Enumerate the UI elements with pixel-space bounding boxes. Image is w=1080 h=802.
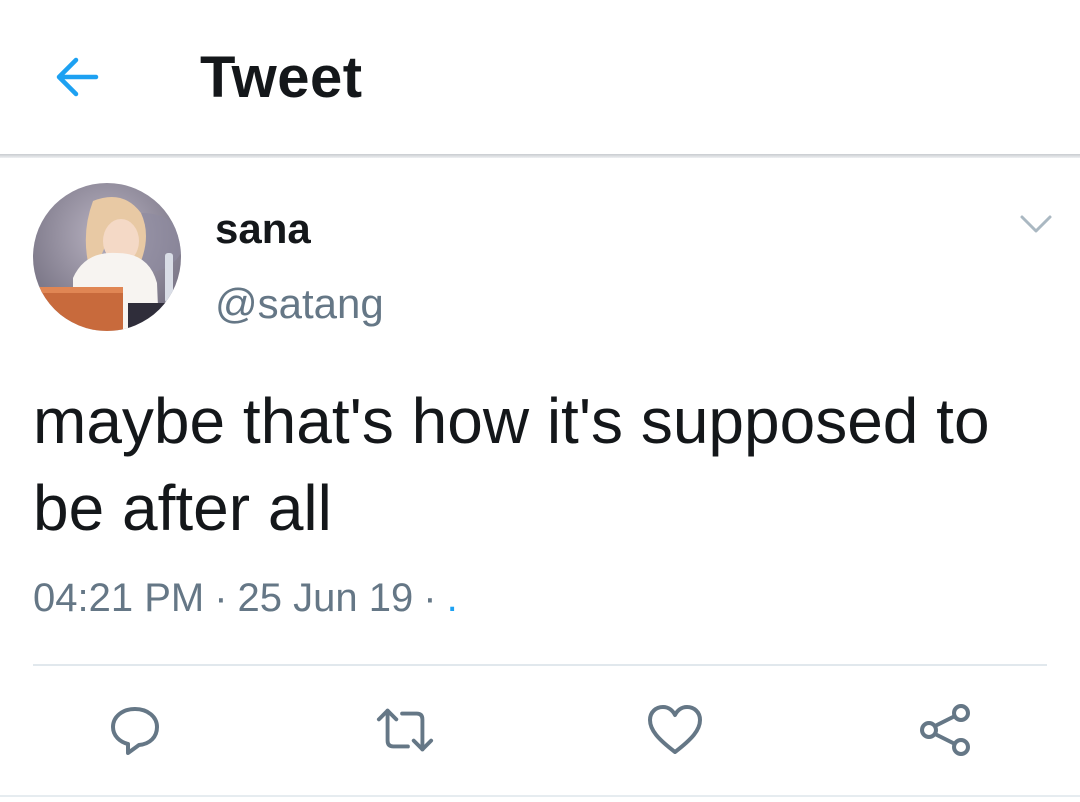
like-button[interactable] <box>645 700 705 760</box>
bottom-divider <box>0 795 1080 797</box>
tweet-options-button[interactable] <box>1014 206 1058 242</box>
tweet-time: 04:21 PM <box>33 576 205 620</box>
retweet-icon <box>376 708 434 752</box>
header-divider <box>0 154 1080 158</box>
reply-button[interactable] <box>105 700 165 760</box>
tweet-date: 25 Jun 19 <box>237 576 414 620</box>
tweet-source-link[interactable]: . <box>447 576 458 620</box>
tweet-metadata: 04:21 PM · 25 Jun 19 ·. <box>33 576 458 621</box>
avatar-photo <box>33 183 181 331</box>
share-icon <box>920 704 970 756</box>
meta-separator: · <box>423 576 437 620</box>
avatar[interactable] <box>33 183 181 331</box>
chevron-down-icon <box>1020 215 1052 233</box>
author-display-name[interactable]: sana <box>215 205 311 253</box>
like-icon <box>648 705 702 754</box>
meta-separator: · <box>214 576 228 620</box>
retweet-button[interactable] <box>375 700 435 760</box>
page-title: Tweet <box>200 45 363 110</box>
action-bar-divider <box>33 664 1047 666</box>
reply-icon <box>111 707 159 755</box>
arrow-left-icon <box>56 57 99 97</box>
tweet-text: maybe that's how it's supposed to be aft… <box>33 385 990 544</box>
share-button[interactable] <box>915 700 975 760</box>
back-button[interactable] <box>46 46 108 108</box>
author-handle[interactable]: @satang <box>215 280 384 328</box>
top-app-bar: Tweet <box>0 0 1080 154</box>
